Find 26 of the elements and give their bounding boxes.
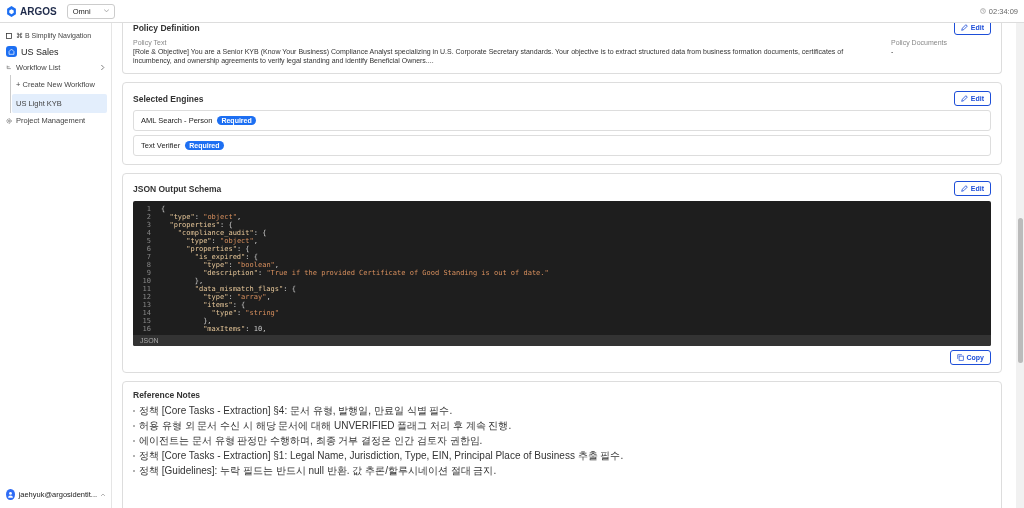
user-icon — [6, 491, 14, 498]
scrollbar[interactable] — [1016, 23, 1024, 508]
note-text: 정책 [Core Tasks - Extraction] §4: 문서 유형, 발행일, 만료일 식별 필수. — [139, 404, 453, 417]
pencil-icon — [960, 185, 968, 192]
logo-icon — [6, 5, 17, 17]
workflow-icon — [6, 64, 12, 71]
pencil-icon — [960, 24, 968, 31]
card-title: JSON Output Schema — [133, 183, 222, 194]
note-text: 정책 [Core Tasks - Extraction] §1: Legal Name, Jurisdiction, Type, EIN, Principal Place of Business 추출 필수. — [139, 449, 624, 462]
note-text: 에이전트는 문서 유형 판정만 수행하며, 최종 거부 결정은 인간 검토자 권한임. — [139, 434, 483, 447]
clock-icon — [979, 8, 986, 14]
chevron-down-icon — [103, 9, 109, 13]
home-icon — [8, 48, 15, 55]
card-title: Reference Notes — [133, 390, 201, 400]
note-text: 허용 유형 외 문서 수신 시 해당 문서에 대해 UNVERIFIED 플래그 처리 후 계속 진행. — [139, 419, 512, 432]
chevron-right-icon — [101, 65, 105, 70]
card-title: Policy Definition — [133, 23, 200, 33]
checkbox-icon — [6, 33, 12, 39]
code-editor[interactable] — [133, 201, 991, 346]
project-name: US Sales — [21, 46, 59, 57]
logo-text: ARGOS — [20, 5, 57, 17]
copy-icon — [956, 354, 964, 361]
card-title: Selected Engines — [133, 93, 204, 104]
note-text: 정책 [Guidelines]: 누락 필드는 반드시 null 반환. 값 추론/할루시네이션 절대 금지. — [139, 464, 497, 477]
settings-icon — [6, 117, 12, 124]
pencil-icon — [960, 95, 968, 102]
